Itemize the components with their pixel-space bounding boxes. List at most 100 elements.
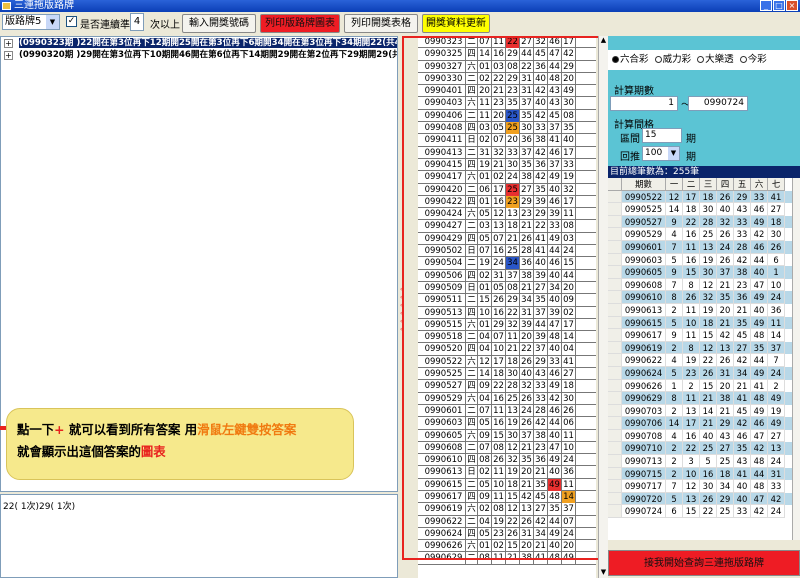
grid-number[interactable]: 11 [478, 97, 492, 110]
grid-row[interactable]: 0990626 六 01 02 15 20 21 40 20 [418, 540, 596, 553]
grid-period[interactable]: 0990506 [422, 269, 466, 282]
grid-period[interactable]: 0990619 [422, 503, 466, 516]
grid-number[interactable]: 32 [506, 454, 520, 467]
radio-dot-icon[interactable] [739, 56, 747, 63]
table-cell[interactable]: 24 [768, 505, 785, 519]
grid-number[interactable]: 48 [548, 490, 562, 503]
table-cell[interactable]: 36 [734, 291, 751, 304]
table-cell[interactable]: 48 [751, 329, 768, 342]
grid-row[interactable]: 0990413 二 31 32 33 37 42 46 17 [418, 146, 596, 159]
grid-number[interactable]: 02 [478, 134, 492, 147]
grid-number[interactable]: 30 [506, 368, 520, 381]
grid-number[interactable]: 22 [506, 306, 520, 319]
table-cell[interactable]: 5 [666, 316, 683, 330]
grid-number[interactable]: 37 [506, 269, 520, 282]
table-cell[interactable]: 21 [734, 303, 751, 317]
grid-number[interactable]: 33 [562, 158, 576, 171]
table-cell[interactable]: 22 [700, 354, 717, 367]
grid-number[interactable]: 21 [506, 343, 520, 356]
grid-number[interactable]: 11 [562, 429, 576, 442]
grid-row[interactable]: 0990608 二 07 08 12 21 23 47 10 [418, 441, 596, 455]
table-cell[interactable]: 48 [751, 392, 768, 405]
grid-number[interactable]: 13 [506, 404, 520, 417]
grid-number[interactable]: 22 [520, 343, 534, 356]
grid-period[interactable]: 0990613 [422, 466, 466, 479]
grid-number[interactable]: 03 [492, 60, 506, 73]
table-cell[interactable]: 16 [683, 253, 700, 267]
grid-row[interactable]: 0990403 六 11 23 35 37 40 43 30 [418, 97, 596, 110]
grid-number[interactable]: 18 [506, 355, 520, 368]
table-cell[interactable]: 2 [666, 455, 683, 468]
grid-number[interactable]: 45 [534, 48, 548, 61]
grid-number[interactable]: 40 [534, 97, 548, 110]
table-cell[interactable]: 18 [683, 203, 700, 216]
expand-plus-icon[interactable]: + [4, 39, 13, 48]
grid-number[interactable]: 19 [492, 515, 506, 528]
table-cell[interactable]: 7 [666, 278, 683, 292]
grid-number[interactable]: 49 [548, 171, 562, 184]
grid-number[interactable]: 32 [492, 146, 506, 159]
grid-number[interactable]: 25 [506, 109, 520, 122]
grid-weekday[interactable]: 二 [466, 478, 478, 491]
table-cell[interactable]: 12 [683, 480, 700, 493]
grid-number[interactable]: 23 [492, 527, 506, 540]
table-cell[interactable]: 11 [683, 329, 700, 342]
grid-row[interactable]: ★0990323二07112227324617 [418, 36, 596, 49]
grid-weekday[interactable]: 六 [466, 97, 478, 110]
grid-number[interactable]: 33 [534, 122, 548, 135]
grid-period[interactable]: 0990427 [422, 220, 466, 233]
grid-number[interactable]: 45 [534, 490, 548, 503]
grid-number[interactable]: 41 [534, 245, 548, 258]
table-cell[interactable]: 29 [734, 190, 751, 204]
table-row[interactable]: 0990710 2 22 25 27 35 42 13 [608, 442, 792, 456]
table-cell[interactable]: 42 [751, 442, 768, 456]
grid-row[interactable]: 0990325 四 14 16 29 44 45 47 42 [418, 48, 596, 61]
table-cell[interactable]: 49 [751, 215, 768, 229]
tree-node[interactable]: + (0990323期 )22開在第3位再下12期開25開在第3位再下6期開34… [1, 37, 397, 49]
grid-number[interactable]: 20 [562, 540, 576, 553]
count-input[interactable]: 4 [130, 13, 144, 31]
grid-number[interactable]: 22 [492, 72, 506, 85]
grid-number[interactable]: 18 [492, 368, 506, 381]
grid-row[interactable]: 0990515 六 01 29 32 39 44 47 17 [418, 318, 596, 332]
grid-period[interactable]: 0990323 [422, 36, 466, 48]
table-cell[interactable]: 9 [666, 329, 683, 342]
grid-number[interactable]: 02 [562, 306, 576, 319]
table-cell[interactable]: 9 [666, 215, 683, 229]
grid-number[interactable]: 34 [534, 527, 548, 540]
grid-number[interactable]: 14 [478, 48, 492, 61]
table-cell[interactable]: 5 [666, 492, 683, 506]
table-cell[interactable]: 33 [751, 190, 768, 204]
table-row[interactable]: 0990525 14 18 30 40 43 46 27 [608, 203, 792, 216]
grid-row[interactable]: ★0990401四20212331424349 [418, 85, 596, 98]
grid-period[interactable]: 0990504 [422, 257, 466, 270]
grid-period[interactable]: 0990603 [422, 417, 466, 430]
table-cell[interactable]: 44 [751, 467, 768, 481]
grid-number[interactable]: 44 [520, 48, 534, 61]
scroll-down-icon[interactable]: ▼ [599, 568, 608, 578]
row-header[interactable] [608, 278, 622, 292]
grid-weekday[interactable]: 四 [466, 232, 478, 245]
grid-period[interactable]: 0990424 [422, 208, 466, 221]
grid-number[interactable]: 05 [478, 527, 492, 540]
table-cell[interactable]: 14 [666, 417, 683, 430]
table-cell[interactable]: 14 [666, 203, 683, 216]
grid-number[interactable]: 20 [520, 540, 534, 553]
grid-period[interactable]: 0990511 [422, 294, 466, 307]
table-cell[interactable]: 5 [666, 253, 683, 267]
grid-weekday[interactable]: 日 [466, 245, 478, 258]
grid-number[interactable]: 40 [548, 269, 562, 282]
table-cell[interactable]: 13 [717, 341, 734, 355]
grid-weekday[interactable]: 二 [466, 552, 478, 565]
table-cell[interactable]: 15 [683, 266, 700, 279]
grid-number[interactable]: 39 [534, 269, 548, 282]
grid-period[interactable]: 0990502 [422, 245, 466, 258]
table-cell[interactable]: 0990603 [622, 253, 666, 267]
row-header[interactable] [608, 316, 622, 330]
grid-number[interactable]: 23 [506, 195, 520, 208]
grid-number[interactable]: 05 [478, 417, 492, 430]
grid-number[interactable]: 46 [548, 195, 562, 208]
table-cell[interactable]: 17 [683, 190, 700, 204]
grid-number[interactable]: 29 [562, 60, 576, 73]
expand-plus-icon[interactable]: + [4, 51, 13, 60]
